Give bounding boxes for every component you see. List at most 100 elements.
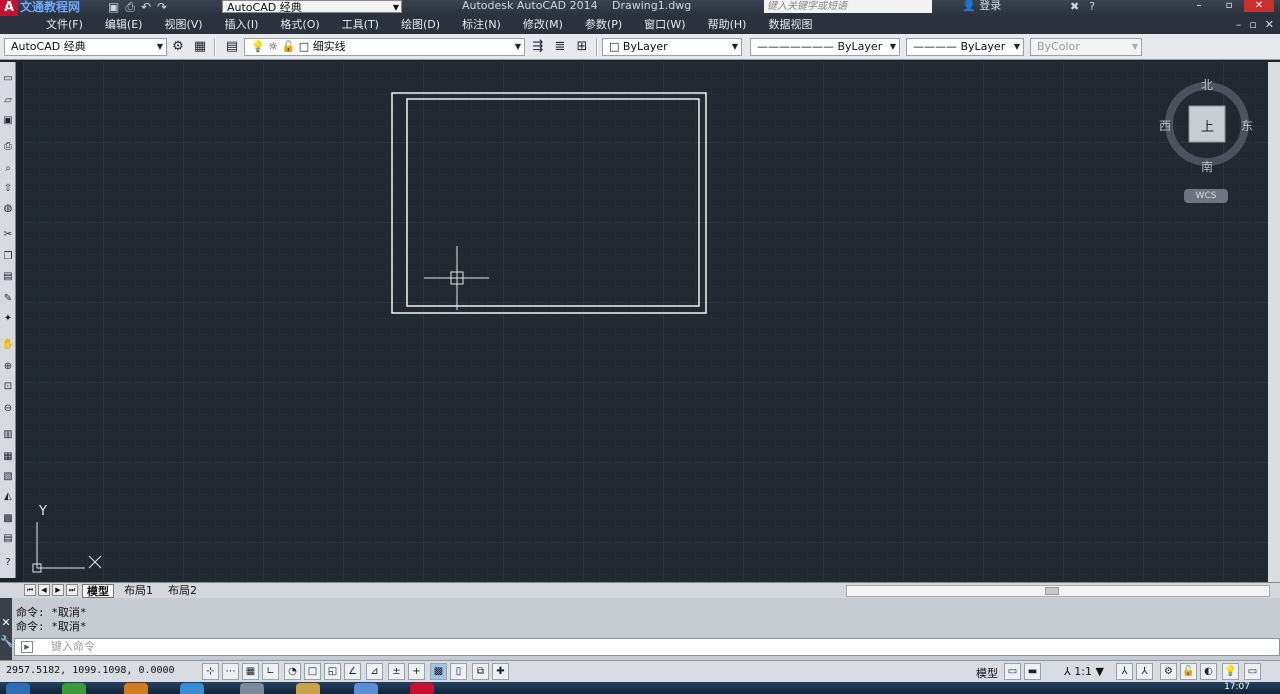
- menu-modify[interactable]: 修改(M): [523, 16, 563, 34]
- exchange-icon[interactable]: ✖: [1070, 0, 1079, 13]
- menu-data-view[interactable]: 数据视图: [768, 16, 812, 34]
- last-tab-icon[interactable]: ⏭: [66, 584, 78, 596]
- new-file-icon[interactable]: ▭: [1, 72, 15, 86]
- transparency-toggle-icon[interactable]: ▩: [430, 663, 447, 680]
- close-button[interactable]: ✕: [1244, 0, 1274, 12]
- taskbar-app-icon[interactable]: [354, 683, 378, 694]
- menu-edit[interactable]: 编辑(E): [105, 16, 143, 34]
- layer-combo[interactable]: 💡 ☼ 🔓 □ 细实线 ▼: [244, 38, 525, 56]
- dynamic-input-icon[interactable]: ±: [388, 663, 405, 680]
- cut-icon[interactable]: ✂: [1, 228, 15, 242]
- grid-display-icon[interactable]: ▦: [242, 663, 259, 680]
- object-snap-icon[interactable]: □: [304, 663, 321, 680]
- paste-icon[interactable]: ▤: [1, 270, 15, 284]
- snap-mode-icon[interactable]: ⋯: [222, 663, 239, 680]
- object-snap-tracking-icon[interactable]: ∠: [344, 663, 361, 680]
- model-space-toggle[interactable]: 模型: [976, 665, 998, 681]
- drawing-canvas[interactable]: 北 南 东 西 上 WCS Y: [23, 62, 1268, 582]
- horizontal-scrollbar[interactable]: [846, 585, 1270, 597]
- menu-help[interactable]: 帮助(H): [708, 16, 747, 34]
- tool-palettes-icon[interactable]: ▧: [1, 470, 15, 484]
- annotation-visibility-icon[interactable]: ⅄: [1116, 663, 1133, 680]
- dynamic-ucs-icon[interactable]: ⊿: [366, 663, 383, 680]
- lineweight-toggle-icon[interactable]: +: [408, 663, 425, 680]
- make-current-layer-icon[interactable]: ⇶: [530, 39, 546, 55]
- block-editor-icon[interactable]: ✦: [1, 312, 15, 326]
- help-icon[interactable]: ?: [1, 556, 15, 570]
- toolbar-lock-icon[interactable]: 🔓: [1180, 663, 1197, 680]
- taskbar-app-icon[interactable]: [124, 683, 148, 694]
- viewcube[interactable]: 北 南 东 西 上: [1159, 76, 1259, 175]
- autocad-taskbar-icon[interactable]: [410, 683, 434, 694]
- command-input[interactable]: ▶ 键入命令: [14, 638, 1280, 656]
- menu-view[interactable]: 视图(V): [164, 16, 202, 34]
- next-tab-icon[interactable]: ▶: [52, 584, 64, 596]
- doc-minimize-button[interactable]: –: [1236, 18, 1242, 31]
- infer-constraints-icon[interactable]: ⊹: [202, 663, 219, 680]
- sheet-set-icon[interactable]: ▤: [1, 532, 15, 546]
- layer-previous-icon[interactable]: ≣: [552, 39, 568, 55]
- isolate-objects-icon[interactable]: 💡: [1222, 663, 1239, 680]
- tab-layout2[interactable]: 布局2: [164, 584, 201, 598]
- linetype-combo[interactable]: ——————— ByLayer ▼: [750, 38, 900, 56]
- print-icon[interactable]: ⎙: [1, 140, 15, 154]
- tab-layout1[interactable]: 布局1: [120, 584, 157, 598]
- taskbar-app-icon[interactable]: [62, 683, 86, 694]
- publish-icon[interactable]: ⇧: [1, 182, 15, 196]
- workspace-switcher[interactable]: AutoCAD 经典 ▼: [222, 0, 402, 14]
- menu-tools[interactable]: 工具(T): [342, 16, 379, 34]
- globe-icon[interactable]: ◍: [1, 202, 15, 216]
- quick-view-drawings-icon[interactable]: ▬: [1024, 663, 1041, 680]
- clock[interactable]: 17:07: [1224, 682, 1250, 692]
- taskbar-app-icon[interactable]: [180, 683, 204, 694]
- copy-icon[interactable]: ❐: [1, 250, 15, 264]
- taskbar-app-icon[interactable]: [240, 683, 264, 694]
- menu-window[interactable]: 窗口(W): [644, 16, 685, 34]
- doc-restore-button[interactable]: ▫: [1249, 18, 1256, 31]
- design-center-icon[interactable]: ▦: [1, 450, 15, 464]
- wrench-icon[interactable]: 🔧: [0, 635, 14, 648]
- clean-screen-icon[interactable]: ▭: [1244, 663, 1261, 680]
- taskbar-app-icon[interactable]: [296, 683, 320, 694]
- gear-icon[interactable]: ⚙: [170, 39, 186, 55]
- viewcube-north[interactable]: 北: [1201, 76, 1213, 93]
- command-prompt-icon[interactable]: ▶: [21, 641, 33, 653]
- auto-scale-icon[interactable]: ⅄: [1136, 663, 1153, 680]
- workspace-settings-icon[interactable]: ▦: [192, 39, 208, 55]
- autocad-logo-icon[interactable]: A: [0, 0, 18, 16]
- minimize-button[interactable]: –: [1184, 0, 1214, 12]
- quick-view-layouts-icon[interactable]: ▭: [1004, 663, 1021, 680]
- layer-states-icon[interactable]: ⊞: [574, 39, 590, 55]
- save-icon[interactable]: ▣: [1, 114, 15, 128]
- ortho-mode-icon[interactable]: ∟: [262, 663, 279, 680]
- workspace-combo[interactable]: AutoCAD 经典 ▼: [4, 38, 167, 56]
- menu-draw[interactable]: 绘图(D): [401, 16, 440, 34]
- workspace-switching-icon[interactable]: ⚙: [1160, 663, 1177, 680]
- zoom-window-icon[interactable]: ⊡: [1, 380, 15, 394]
- zoom-previous-icon[interactable]: ⊖: [1, 402, 15, 416]
- viewcube-top-face[interactable]: 上: [1201, 116, 1214, 135]
- start-button[interactable]: [6, 683, 30, 694]
- restore-button[interactable]: ▫: [1214, 0, 1244, 12]
- calculator-icon[interactable]: ▩: [1, 512, 15, 526]
- close-icon[interactable]: ✕: [0, 616, 12, 629]
- polar-tracking-icon[interactable]: ◔: [284, 663, 301, 680]
- annotation-monitor-icon[interactable]: ✚: [492, 663, 509, 680]
- undo-icon[interactable]: ↶: [141, 0, 151, 16]
- zoom-realtime-icon[interactable]: ⊕: [1, 360, 15, 374]
- prev-tab-icon[interactable]: ◀: [38, 584, 50, 596]
- menu-dimension[interactable]: 标注(N): [462, 16, 501, 34]
- login-button[interactable]: 👤 登录: [962, 0, 1001, 12]
- wcs-menu[interactable]: WCS: [1184, 189, 1228, 203]
- cursor-coordinates[interactable]: 2957.5182, 1099.1098, 0.0000: [6, 665, 175, 676]
- 3d-osnap-icon[interactable]: ◱: [324, 663, 341, 680]
- redo-icon[interactable]: ↷: [157, 0, 167, 16]
- match-properties-icon[interactable]: ✎: [1, 292, 15, 306]
- preview-icon[interactable]: ⌕: [1, 162, 15, 176]
- pan-hand-icon[interactable]: ✋: [1, 338, 15, 352]
- help-icon[interactable]: ?: [1089, 0, 1095, 13]
- selection-cycling-icon[interactable]: ⧉: [472, 663, 489, 680]
- viewcube-south[interactable]: 南: [1201, 158, 1213, 175]
- menu-insert[interactable]: 插入(I): [225, 16, 259, 34]
- first-tab-icon[interactable]: ⏮: [24, 584, 36, 596]
